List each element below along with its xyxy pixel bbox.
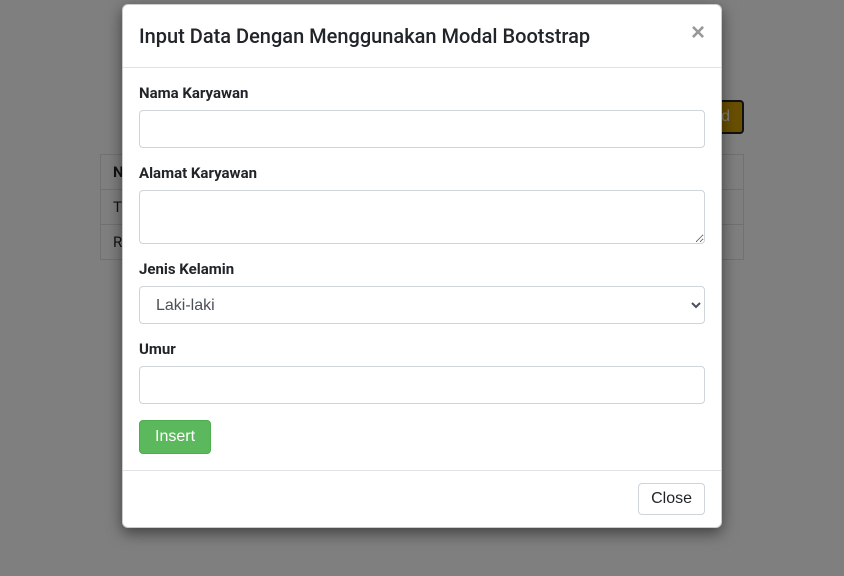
alamat-textarea[interactable] xyxy=(139,190,705,244)
insert-button[interactable]: Insert xyxy=(139,420,211,454)
umur-input[interactable] xyxy=(139,366,705,404)
modal-dialog: Input Data Dengan Menggunakan Modal Boot… xyxy=(122,4,722,528)
modal-footer: Close xyxy=(123,470,721,527)
jenis-select[interactable]: Laki-laki xyxy=(139,286,705,324)
modal-backdrop[interactable]: Input Data Dengan Menggunakan Modal Boot… xyxy=(0,0,844,576)
nama-label: Nama Karyawan xyxy=(139,84,705,102)
modal-header: Input Data Dengan Menggunakan Modal Boot… xyxy=(123,5,721,68)
modal-body: Nama Karyawan Alamat Karyawan Jenis Kela… xyxy=(123,68,721,470)
nama-input[interactable] xyxy=(139,110,705,148)
alamat-label: Alamat Karyawan xyxy=(139,164,705,182)
modal-title: Input Data Dengan Menggunakan Modal Boot… xyxy=(139,21,590,51)
close-button[interactable]: Close xyxy=(638,483,705,515)
modal-content: Input Data Dengan Menggunakan Modal Boot… xyxy=(122,4,722,528)
close-icon[interactable]: × xyxy=(691,21,705,45)
jenis-label: Jenis Kelamin xyxy=(139,260,705,278)
umur-label: Umur xyxy=(139,340,705,358)
